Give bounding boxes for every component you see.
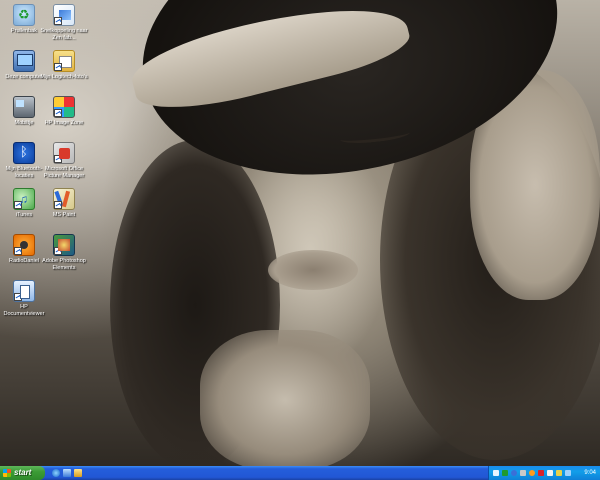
shortcut-arrow-icon [54, 109, 62, 117]
desktop-icon-hp-documentviewer[interactable]: HP Documentviewer [0, 280, 48, 317]
shortcut-arrow-icon [54, 201, 62, 209]
shortcut-arrow-icon [14, 293, 22, 301]
desktop-icon-photoshop-elements[interactable]: Adobe Photoshop Elements [40, 234, 88, 271]
taskbar: start 9:04 [0, 466, 600, 480]
mobile-phone-icon [13, 96, 35, 118]
tray-device-icon[interactable] [520, 470, 526, 476]
tray-network-icon[interactable] [493, 470, 499, 476]
desktop-icon-snelkoppeling[interactable]: Snelkoppeling naar Zen fab... [40, 4, 88, 41]
clock[interactable]: 9:04 [584, 466, 596, 480]
desktop-icon-label: Adobe Photoshop Elements [42, 258, 86, 271]
desktop-icon-label: Mijn Logitech-foto's [40, 74, 88, 80]
wallpaper-lips [268, 250, 358, 290]
itunes-icon [13, 188, 35, 210]
desktop-icons: Prullenbak Snelkoppeling naar Zen fab...… [0, 0, 100, 330]
desktop-icon-logitech-fotos[interactable]: Mijn Logitech-foto's [40, 50, 88, 81]
windows-explorer-icon[interactable] [63, 469, 71, 477]
show-desktop-icon[interactable] [74, 469, 82, 477]
desktop-icon-label: HP Image Zone [44, 120, 84, 126]
shortcut-arrow-icon [54, 155, 62, 163]
photo-folder-icon [53, 50, 75, 72]
shortcut-arrow-icon [14, 201, 22, 209]
photoshop-elements-icon [53, 234, 75, 256]
desktop-icon-label: MS Paint [52, 212, 76, 218]
radio-icon [13, 234, 35, 256]
tray-display-icon[interactable] [565, 470, 571, 476]
desktop-icon-picture-manager[interactable]: Microsoft Office Picture Manager [40, 142, 88, 179]
wallpaper-neck [200, 330, 370, 466]
picture-manager-icon [53, 142, 75, 164]
tray-messenger-icon[interactable] [547, 470, 553, 476]
recycle-bin-icon [13, 4, 35, 26]
desktop-icon-label: Microsoft Office Picture Manager [43, 166, 85, 179]
tray-volume-icon[interactable] [556, 470, 562, 476]
shortcut-arrow-icon [54, 63, 62, 71]
start-button[interactable]: start [0, 466, 45, 480]
shortcut-arrow-icon [14, 247, 22, 255]
windows-logo-icon [3, 469, 11, 477]
start-label: start [14, 468, 32, 477]
desktop-icon-label: Snelkoppeling naar Zen fab... [40, 28, 88, 41]
shortcut-arrow-icon [54, 17, 62, 25]
system-tray: 9:04 [488, 466, 600, 480]
computer-icon [13, 50, 35, 72]
tray-media-icon[interactable] [529, 470, 535, 476]
shortcut-document-icon [53, 4, 75, 26]
tray-bluetooth-icon[interactable] [511, 470, 517, 476]
paint-icon [53, 188, 75, 210]
tray-antivirus-icon[interactable] [538, 470, 544, 476]
desktop-icon-hp-image-zone[interactable]: HP Image Zone [40, 96, 88, 127]
bluetooth-icon [13, 142, 35, 164]
desktop-icon-label: HP Documentviewer [3, 304, 45, 317]
shortcut-arrow-icon [54, 247, 62, 255]
desktop-icon-ms-paint[interactable]: MS Paint [40, 188, 88, 219]
tray-update-icon[interactable] [502, 470, 508, 476]
hp-image-zone-icon [53, 96, 75, 118]
internet-explorer-icon[interactable] [52, 469, 60, 477]
document-viewer-icon [13, 280, 35, 302]
